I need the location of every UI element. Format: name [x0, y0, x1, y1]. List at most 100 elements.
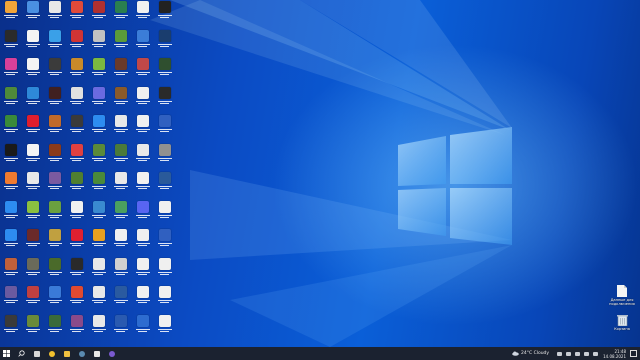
taskbar-app-chrome[interactable] — [45, 347, 58, 360]
desktop-icon[interactable] — [112, 86, 129, 111]
desktop-icon[interactable] — [24, 314, 41, 339]
desktop-icon[interactable] — [24, 286, 41, 310]
desktop-icon[interactable] — [90, 257, 107, 282]
desktop-icon[interactable] — [24, 200, 41, 225]
desktop-icon[interactable] — [156, 257, 173, 282]
taskbar-app-explorer[interactable] — [60, 347, 73, 360]
desktop-icon-recycle-bin[interactable]: Корзина — [608, 314, 636, 331]
desktop-icon[interactable] — [46, 115, 63, 139]
taskbar-app-obs[interactable] — [105, 347, 118, 360]
desktop-icon[interactable] — [2, 1, 19, 25]
desktop-icon[interactable] — [2, 143, 19, 168]
desktop-icon[interactable] — [90, 314, 107, 339]
desktop-icon[interactable] — [24, 229, 41, 253]
desktop-icon[interactable] — [134, 172, 151, 196]
desktop-icon[interactable] — [2, 286, 19, 310]
desktop-icon[interactable] — [46, 1, 63, 25]
desktop-icon[interactable] — [68, 229, 85, 253]
desktop-icon[interactable] — [156, 29, 173, 54]
desktop-icon[interactable] — [24, 1, 41, 25]
desktop-icon[interactable] — [2, 29, 19, 54]
desktop-icon[interactable] — [112, 200, 129, 225]
desktop-icon[interactable] — [134, 29, 151, 54]
taskbar-app-generic[interactable] — [90, 347, 103, 360]
desktop-icon[interactable] — [156, 172, 173, 196]
desktop-icon[interactable] — [112, 115, 129, 139]
desktop-icon[interactable] — [112, 229, 129, 253]
desktop-icon[interactable] — [68, 314, 85, 339]
desktop-icon[interactable] — [134, 86, 151, 111]
show-hidden-icons-icon[interactable] — [557, 351, 563, 356]
desktop-icon[interactable] — [90, 29, 107, 54]
desktop-icon[interactable] — [112, 314, 129, 339]
desktop-icon[interactable] — [156, 286, 173, 310]
desktop-icon[interactable] — [156, 229, 173, 253]
desktop-icon[interactable] — [134, 257, 151, 282]
desktop-icon[interactable] — [24, 257, 41, 282]
desktop-icon[interactable] — [156, 1, 173, 25]
desktop[interactable]: Данные для подключения Корзина — [0, 0, 640, 347]
desktop-icon[interactable] — [68, 29, 85, 54]
search-button[interactable] — [15, 347, 28, 360]
desktop-icon[interactable] — [90, 143, 107, 168]
desktop-icon[interactable] — [46, 229, 63, 253]
desktop-icon[interactable] — [46, 58, 63, 82]
tray-app-icon[interactable] — [593, 351, 599, 356]
desktop-icon[interactable] — [90, 1, 107, 25]
desktop-icon[interactable] — [134, 286, 151, 310]
clock[interactable]: 21:48 14.08.2021 — [603, 349, 626, 359]
desktop-icon[interactable] — [2, 200, 19, 225]
desktop-icon[interactable] — [134, 229, 151, 253]
desktop-icon[interactable] — [134, 314, 151, 339]
desktop-icon[interactable] — [24, 172, 41, 196]
desktop-icon[interactable] — [134, 58, 151, 82]
desktop-icon[interactable] — [46, 143, 63, 168]
desktop-icon[interactable] — [68, 115, 85, 139]
desktop-icon[interactable] — [156, 314, 173, 339]
desktop-icon[interactable] — [90, 286, 107, 310]
desktop-icon[interactable] — [68, 286, 85, 310]
desktop-icon[interactable] — [112, 286, 129, 310]
desktop-icon[interactable] — [112, 143, 129, 168]
desktop-icon[interactable] — [46, 257, 63, 282]
desktop-icon[interactable] — [68, 200, 85, 225]
desktop-icon[interactable] — [46, 86, 63, 111]
desktop-icon[interactable] — [68, 86, 85, 111]
desktop-icon[interactable] — [2, 172, 19, 196]
volume-icon[interactable] — [575, 351, 581, 356]
start-button[interactable] — [0, 347, 13, 360]
taskbar-app-steam[interactable] — [75, 347, 88, 360]
desktop-icon[interactable] — [112, 257, 129, 282]
desktop-icon[interactable] — [24, 29, 41, 54]
desktop-icon[interactable] — [2, 58, 19, 82]
desktop-icon[interactable] — [24, 58, 41, 82]
desktop-icon[interactable] — [112, 1, 129, 25]
desktop-icon[interactable] — [90, 172, 107, 196]
desktop-icon[interactable] — [112, 172, 129, 196]
desktop-icon[interactable] — [112, 29, 129, 54]
desktop-icon[interactable] — [2, 257, 19, 282]
desktop-icon[interactable] — [134, 115, 151, 139]
desktop-icon[interactable] — [24, 143, 41, 168]
weather-widget[interactable]: 24°C Cloudy — [512, 351, 549, 356]
desktop-icon[interactable] — [68, 257, 85, 282]
desktop-icon[interactable] — [24, 115, 41, 139]
desktop-icon[interactable] — [24, 86, 41, 111]
language-icon[interactable] — [584, 351, 590, 356]
desktop-icon[interactable] — [134, 143, 151, 168]
desktop-icon-connection-data[interactable]: Данные для подключения — [608, 285, 636, 306]
desktop-icon[interactable] — [46, 172, 63, 196]
desktop-icon[interactable] — [46, 314, 63, 339]
desktop-icon[interactable] — [68, 1, 85, 25]
desktop-icon[interactable] — [156, 115, 173, 139]
desktop-icon[interactable] — [2, 115, 19, 139]
desktop-icon[interactable] — [156, 86, 173, 111]
desktop-icon[interactable] — [156, 58, 173, 82]
desktop-icon[interactable] — [68, 58, 85, 82]
desktop-icon[interactable] — [68, 143, 85, 168]
desktop-icon[interactable] — [90, 200, 107, 225]
desktop-icon[interactable] — [46, 200, 63, 225]
desktop-icon[interactable] — [2, 314, 19, 339]
desktop-icon[interactable] — [90, 58, 107, 82]
desktop-icon[interactable] — [134, 200, 151, 225]
